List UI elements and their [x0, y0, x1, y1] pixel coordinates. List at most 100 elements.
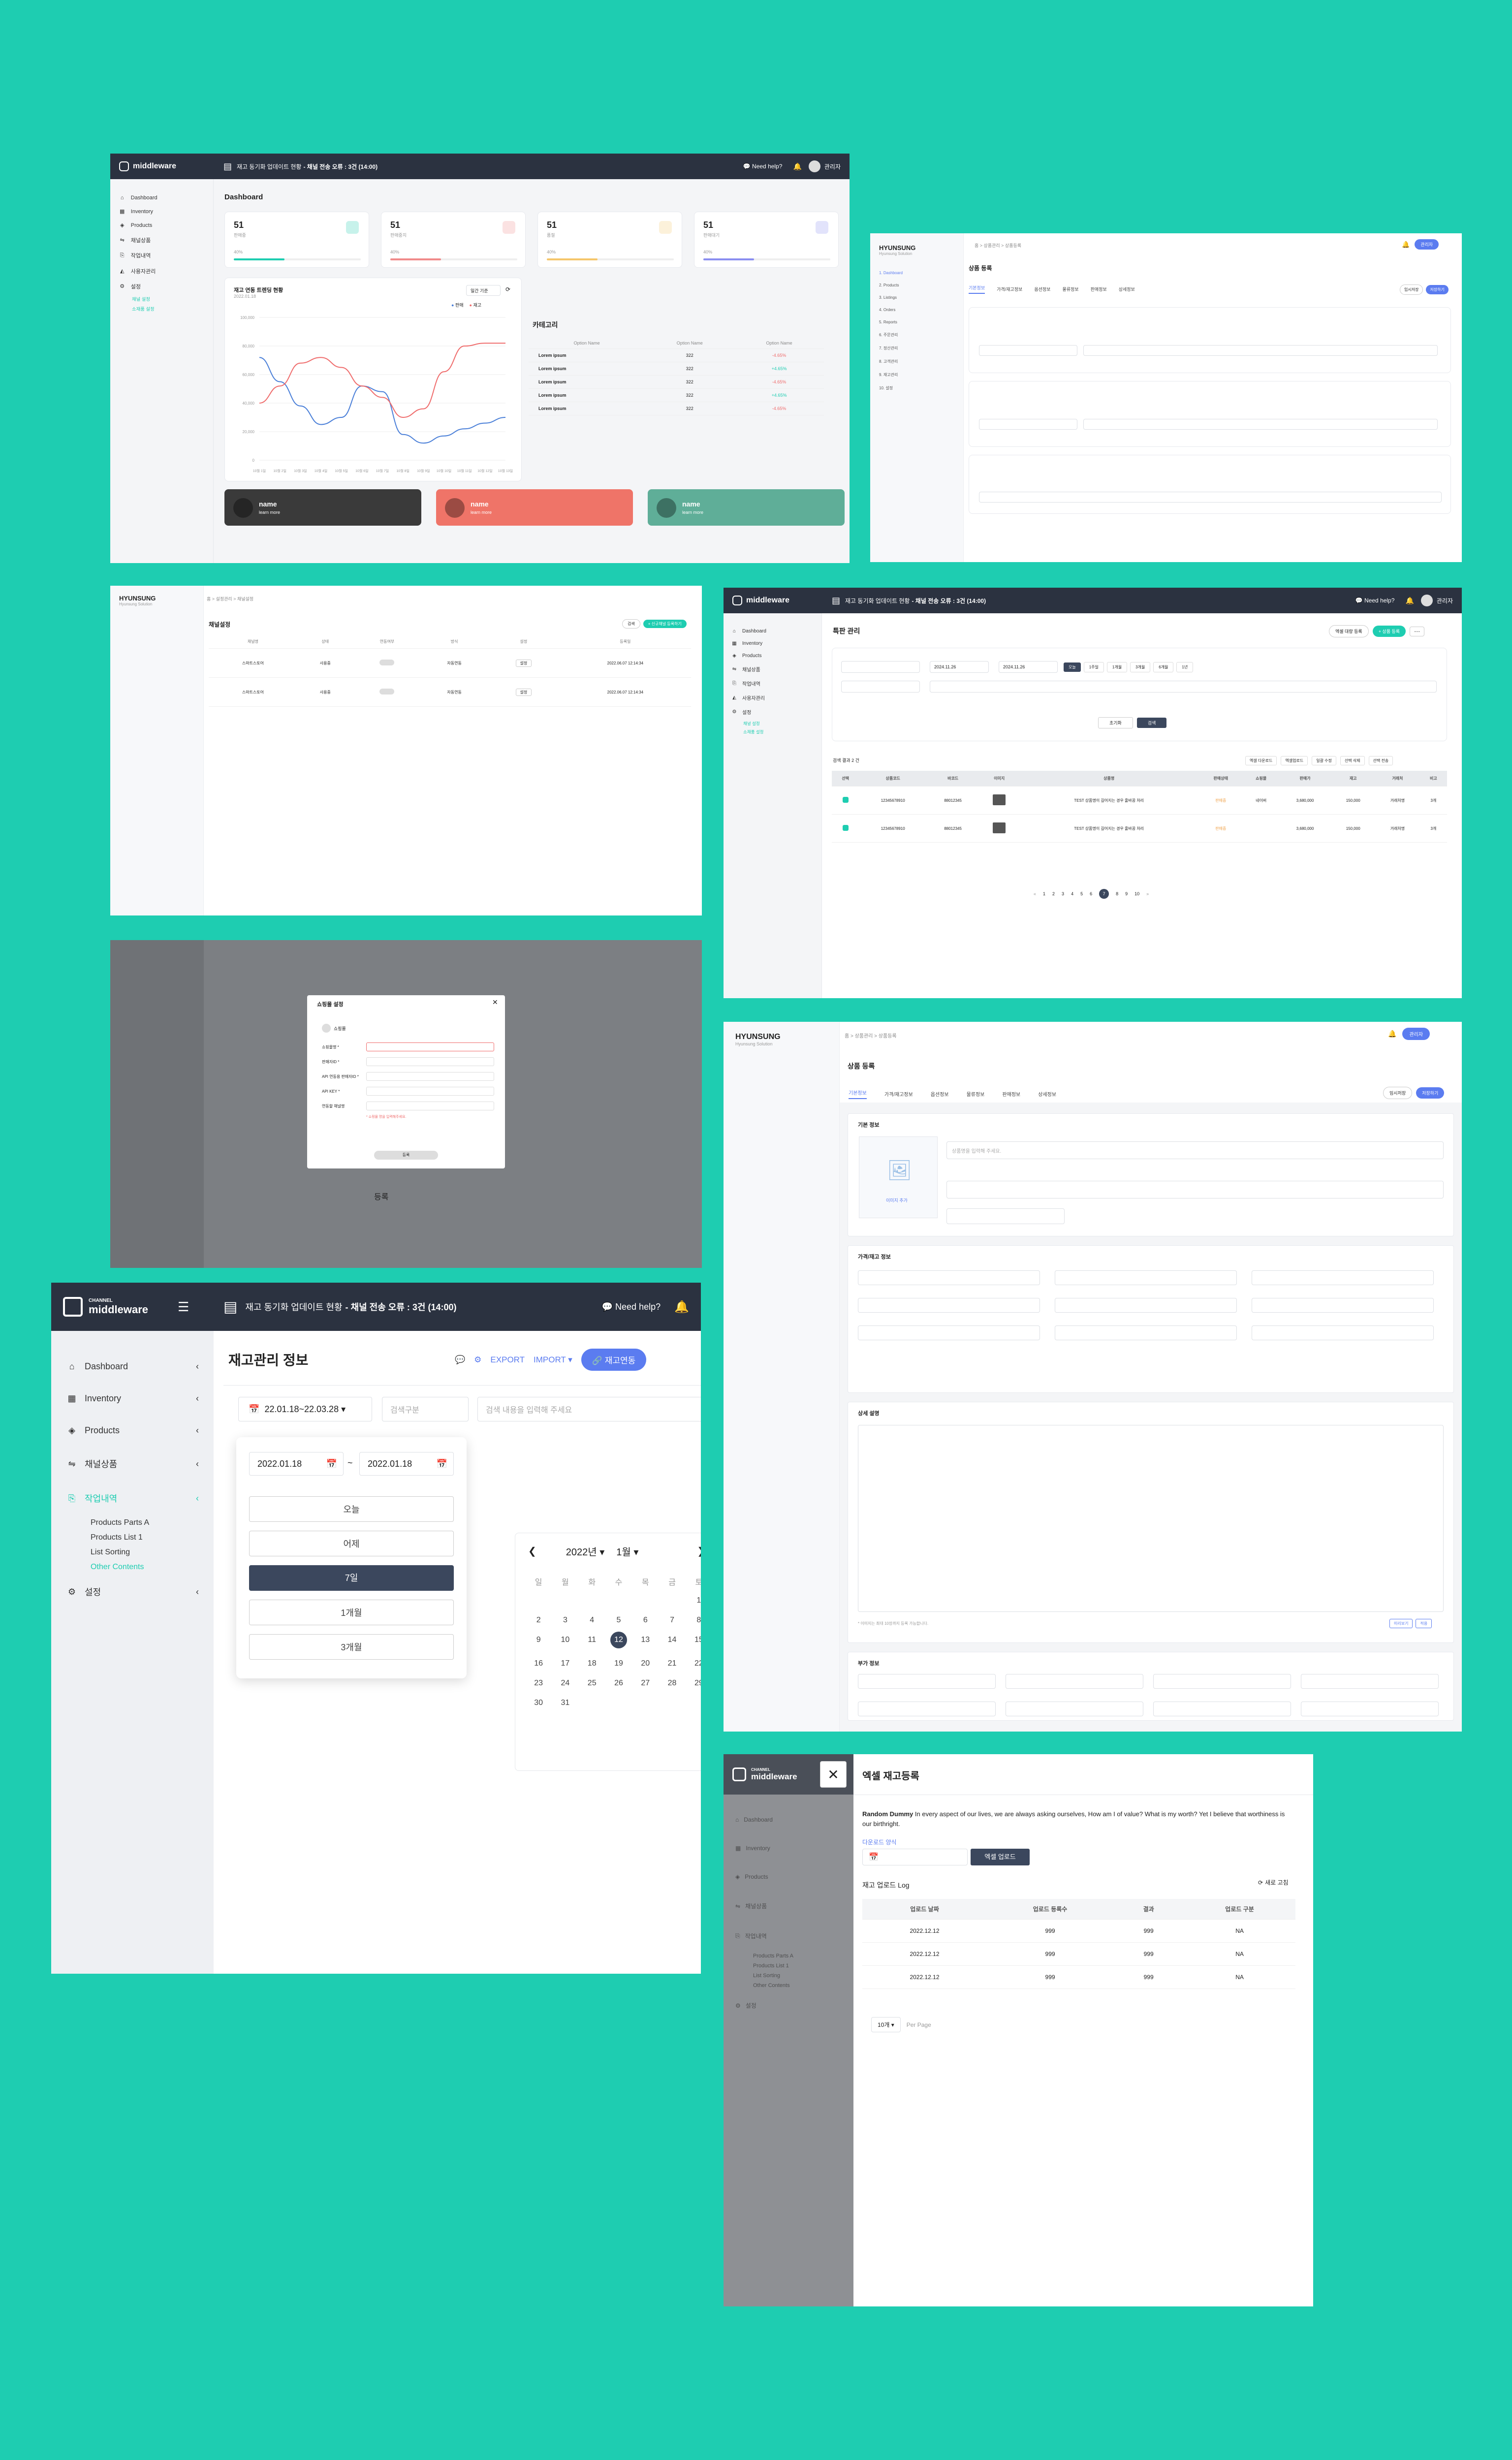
year-select[interactable]: 2022년 ▾ [566, 1544, 605, 1558]
sidebar-subitem[interactable]: Products List 1 [51, 1530, 214, 1545]
field[interactable] [979, 419, 1077, 430]
field[interactable] [946, 1181, 1444, 1198]
field-input[interactable] [366, 1087, 494, 1096]
alt-nav-item[interactable]: 6. 주문관리 [879, 328, 963, 342]
page-number[interactable]: 5 [1080, 891, 1083, 896]
tool-button[interactable]: 일괄 수정 [1312, 756, 1336, 765]
sync-button[interactable]: 🔗 재고연동 [581, 1349, 647, 1371]
field[interactable] [858, 1270, 1040, 1285]
search-input[interactable]: 검색 내용을 입력해 주세요 [477, 1397, 701, 1421]
sidebar-item-3[interactable]: ⇋ 채널상품 [110, 232, 213, 248]
close-button[interactable]: ✕ [820, 1761, 847, 1788]
close-icon[interactable]: ✕ [492, 998, 498, 1007]
cell-text[interactable]: 설정 [515, 659, 532, 667]
calendar-day[interactable]: 1 [686, 1596, 701, 1605]
field[interactable] [858, 1674, 996, 1689]
quick-range-button[interactable]: 3개월 [249, 1634, 454, 1660]
submit-button[interactable]: 저장하기 [1416, 1087, 1445, 1099]
tab[interactable]: 가격/재고정보 [884, 1090, 913, 1098]
calendar-day[interactable]: 18 [579, 1659, 605, 1668]
prev-month-icon[interactable]: ❮ [528, 1545, 536, 1557]
date-from[interactable]: 2024.11.26 [930, 661, 989, 673]
tab[interactable]: 물류정보 [967, 1090, 985, 1098]
page-number[interactable]: 4 [1071, 891, 1073, 896]
alt-nav-item[interactable]: 8. 고객관리 [879, 355, 963, 368]
more-icon[interactable]: ⋯ [1410, 626, 1425, 636]
sidebar-item-5[interactable]: ◭ 사용자관리 [724, 691, 821, 705]
search-select[interactable] [841, 681, 920, 693]
field[interactable] [1252, 1325, 1434, 1340]
user-button[interactable]: 관리자 [1402, 1028, 1430, 1040]
sidebar-item-6[interactable]: ⚙ 설정 [110, 279, 213, 294]
quick-range-button[interactable]: 어제 [249, 1531, 454, 1556]
table-row[interactable]: 스마트스토어 사용중 자동연동 설정 2022.06.07 12:14:34 [209, 677, 691, 707]
field[interactable] [979, 345, 1077, 356]
sidebar-item-0[interactable]: ⌂ Dashboard ‹ [51, 1351, 214, 1383]
calendar-day[interactable]: 22 [686, 1659, 701, 1668]
gear-icon[interactable]: ⚙ [474, 1355, 481, 1365]
tool-button[interactable]: 선택 삭제 [1340, 756, 1365, 765]
search-button[interactable]: 검색 [1136, 718, 1167, 728]
page-number[interactable]: 9 [1125, 891, 1128, 896]
calendar-day[interactable]: 3 [552, 1616, 578, 1625]
quick-range-button[interactable]: 오늘 [249, 1496, 454, 1522]
avatar[interactable] [808, 160, 820, 172]
sidebar-subitem[interactable]: Other Contents [51, 1560, 214, 1575]
sidebar-item-1[interactable]: ▦ Inventory [110, 204, 213, 218]
category-select[interactable] [841, 661, 920, 673]
sidebar-subitem[interactable]: 채널 설정 [724, 719, 821, 727]
field[interactable] [1055, 1298, 1237, 1313]
avatar[interactable] [1420, 595, 1433, 606]
confirm-button[interactable]: 등록 [374, 1190, 388, 1202]
calendar-day[interactable]: 27 [632, 1679, 659, 1688]
sidebar-item-3[interactable]: ⇋ 채널상품 [724, 662, 821, 676]
menu-icon[interactable]: ☰ [178, 1299, 189, 1315]
page-number[interactable]: 3 [1062, 891, 1064, 896]
sidebar-item-4[interactable]: ⎘ 작업내역 [724, 1921, 853, 1951]
register-button[interactable]: 등록 [374, 1151, 438, 1160]
period-button[interactable]: 1년 [1176, 662, 1194, 672]
image-upload[interactable]: 🖼 이미지 추가 [859, 1136, 938, 1218]
tab[interactable]: 옵션정보 [931, 1090, 949, 1098]
calendar-day[interactable]: 11 [579, 1636, 605, 1648]
sidebar-item-6[interactable]: ⚙ 설정 [724, 1990, 853, 2020]
bell-icon[interactable]: 🔔 [674, 1300, 689, 1314]
apply-button[interactable]: 적용 [1416, 1619, 1432, 1628]
sidebar-item-1[interactable]: ▦ Inventory ‹ [51, 1383, 214, 1415]
field[interactable] [858, 1702, 996, 1716]
period-button[interactable]: 3개월 [1130, 662, 1151, 672]
tab[interactable]: 상세정보 [1119, 286, 1135, 292]
field[interactable] [1301, 1674, 1439, 1689]
bell-icon[interactable]: 🔔 [1388, 1030, 1396, 1038]
add-product-button[interactable]: + 상품 등록 [1372, 626, 1406, 637]
preview-button[interactable]: 미리보기 [1389, 1619, 1413, 1628]
calendar-day[interactable]: 6 [632, 1616, 659, 1625]
page-number[interactable]: 7 [1099, 889, 1109, 899]
tab[interactable]: 기본정보 [849, 1089, 867, 1099]
tool-button[interactable]: 엑셀업로드 [1281, 756, 1308, 765]
checkbox[interactable] [842, 825, 849, 831]
user-name[interactable]: 관리자 [1437, 597, 1453, 605]
calendar-day[interactable]: 29 [686, 1679, 701, 1688]
sidebar-item-0[interactable]: ⌂ Dashboard [724, 625, 821, 637]
per-page-select[interactable]: 10개 ▾ [871, 2017, 901, 2032]
tab[interactable]: 기본정보 [969, 284, 985, 294]
field[interactable] [858, 1325, 1040, 1340]
sidebar-item-4[interactable]: ⎘ 작업내역 [110, 248, 213, 263]
sidebar-item-1[interactable]: ▦ Inventory [724, 1834, 853, 1862]
calendar-day[interactable]: 2 [525, 1616, 552, 1625]
sidebar-item-3[interactable]: ⇋ 채널상품 [724, 1891, 853, 1921]
page-number[interactable]: 2 [1052, 891, 1055, 896]
sidebar-item-1[interactable]: ▦ Inventory [724, 637, 821, 650]
field[interactable] [1083, 419, 1438, 430]
alt-nav-item[interactable]: 1. Dashboard [879, 267, 963, 279]
detail-editor[interactable] [858, 1425, 1444, 1612]
user-name[interactable]: 관리자 [824, 162, 841, 171]
product-name-input[interactable]: 상품명을 입력해 주세요. [946, 1141, 1444, 1159]
date-to[interactable]: 2022.01.18 📅 [359, 1452, 454, 1476]
import-button[interactable]: IMPORT ▾ [534, 1355, 572, 1365]
sidebar-item-6[interactable]: ⚙ 설정 [724, 705, 821, 719]
export-button[interactable]: EXPORT [490, 1355, 525, 1365]
field[interactable] [1006, 1702, 1143, 1716]
calendar-day[interactable]: 10 [552, 1636, 578, 1648]
